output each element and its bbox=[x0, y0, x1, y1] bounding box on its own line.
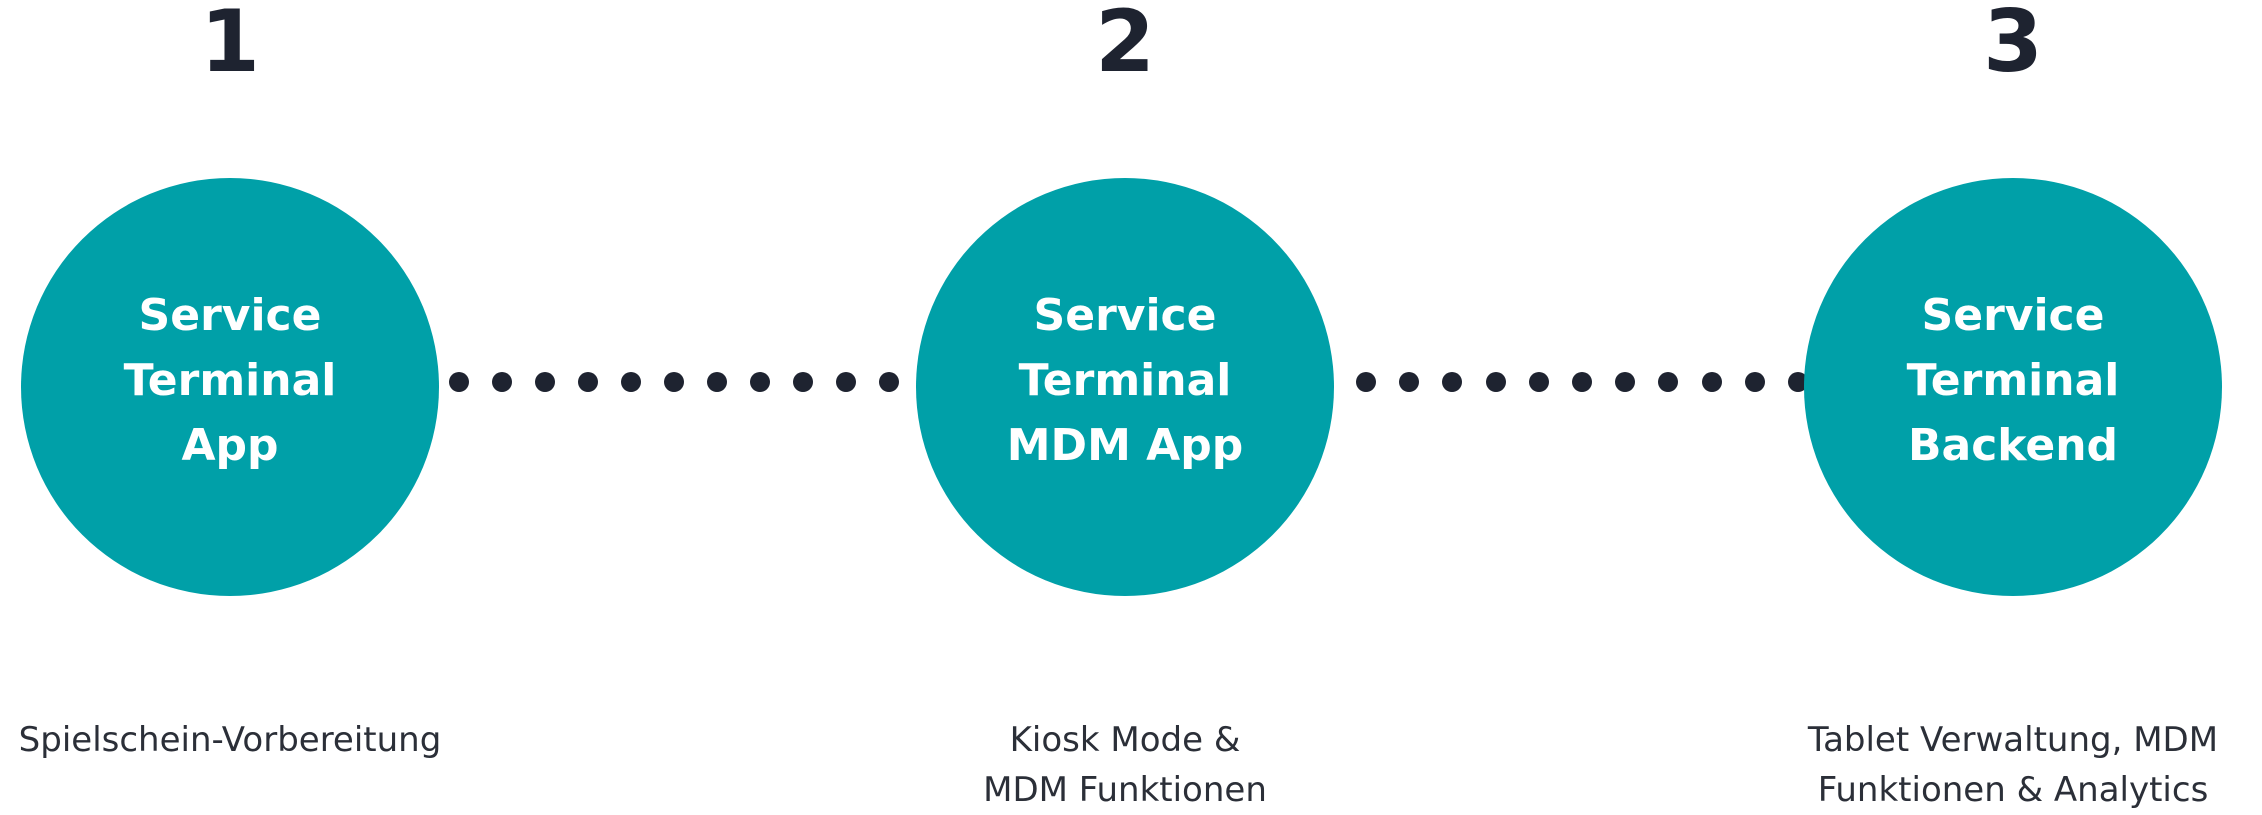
step-description: Spielschein-Vorbereitung bbox=[18, 720, 442, 760]
step-description: Tablet Verwaltung, MDM Funktionen & Anal… bbox=[1807, 720, 2219, 810]
connector-dot bbox=[449, 372, 469, 392]
connector-dot bbox=[578, 372, 598, 392]
connector-dot bbox=[1442, 372, 1463, 392]
step-circle: Service Terminal Backend bbox=[1804, 178, 2222, 596]
step-2: 2 Service Terminal MDM App Kiosk Mode & … bbox=[845, 0, 1405, 810]
step-number: 3 bbox=[1983, 0, 2043, 92]
connector-dot bbox=[1571, 372, 1592, 392]
step-circle: Service Terminal MDM App bbox=[916, 178, 1334, 596]
step-title: Service Terminal Backend bbox=[1906, 289, 2120, 471]
connector-dot bbox=[1701, 372, 1722, 392]
step-title: Service Terminal MDM App bbox=[1006, 289, 1244, 471]
step-1: 1 Service Terminal App Spielschein-Vorbe… bbox=[0, 0, 510, 809]
step-number: 1 bbox=[200, 0, 260, 92]
connector-dot bbox=[793, 372, 813, 392]
step-number: 2 bbox=[1095, 0, 1155, 92]
connector-dot bbox=[621, 372, 641, 392]
connector-dot bbox=[1615, 372, 1636, 392]
dotted-connector-1-2 bbox=[449, 371, 899, 393]
connector-dot bbox=[492, 372, 512, 392]
step-3: 3 Service Terminal Backend Tablet Verwal… bbox=[1733, 0, 2262, 810]
connector-dot bbox=[1485, 372, 1506, 392]
connector-dot bbox=[707, 372, 727, 392]
connector-dot bbox=[535, 372, 555, 392]
connector-dot bbox=[1528, 372, 1549, 392]
step-title: Service Terminal App bbox=[123, 289, 337, 471]
step-description: Kiosk Mode & MDM Funktionen bbox=[983, 720, 1267, 810]
connector-dot bbox=[1356, 372, 1376, 392]
connector-dot bbox=[1658, 372, 1679, 392]
step-circle: Service Terminal App bbox=[21, 178, 439, 596]
connector-dot bbox=[1399, 372, 1420, 392]
connector-dot bbox=[664, 372, 684, 392]
connector-dot bbox=[750, 372, 770, 392]
